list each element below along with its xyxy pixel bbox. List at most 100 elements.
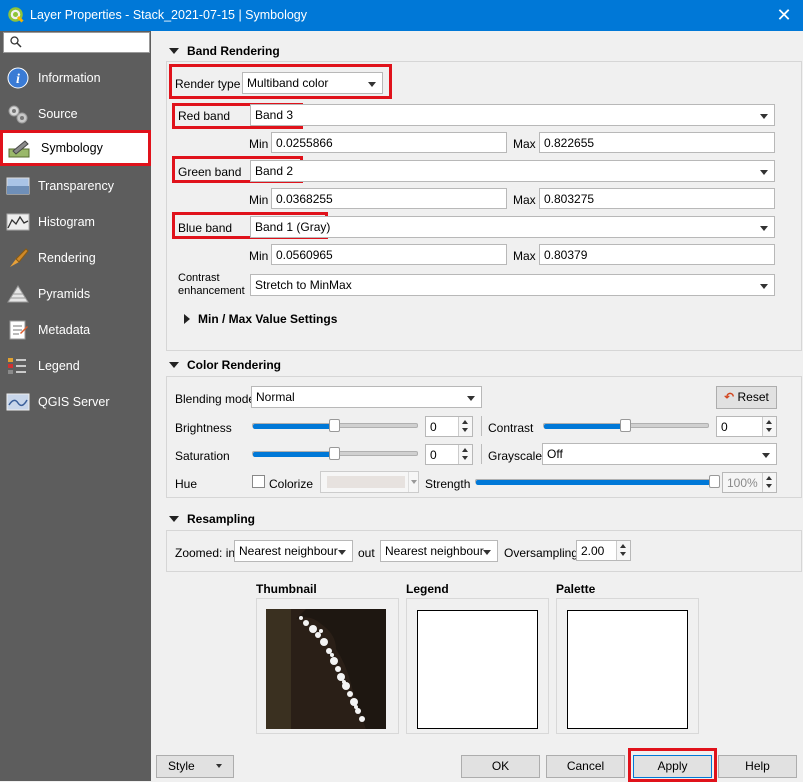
green-band-select[interactable]: Band 2 — [250, 160, 775, 182]
contrast-spinbox[interactable]: 0 — [716, 416, 777, 437]
search-icon — [10, 36, 22, 48]
sidebar: i Information Source Symbology Transpare… — [0, 31, 151, 781]
blending-mode-value: Normal — [256, 390, 295, 404]
symbology-panel: Band Rendering Render type Multiband col… — [151, 31, 803, 753]
minmax-settings-toggle[interactable]: Min / Max Value Settings — [184, 312, 337, 326]
contrast-slider-fill — [544, 424, 626, 429]
palette-preview-panel — [556, 598, 699, 734]
colorize-checkbox[interactable] — [252, 475, 265, 488]
colorize-color-button[interactable] — [320, 471, 419, 493]
style-button[interactable]: Style — [156, 755, 234, 778]
histogram-icon — [6, 213, 30, 231]
spin-up-icon — [766, 420, 772, 424]
chevron-down-icon — [368, 82, 376, 87]
ok-button[interactable]: OK — [461, 755, 540, 778]
sidebar-item-legend[interactable]: Legend — [0, 348, 151, 384]
blending-mode-label: Blending mode — [175, 392, 256, 406]
spin-buttons[interactable] — [762, 417, 776, 436]
spin-buttons[interactable] — [458, 445, 472, 464]
brightness-value: 0 — [430, 420, 437, 434]
red-min-input[interactable]: 0.0255866 — [271, 132, 507, 153]
grayscale-select[interactable]: Off — [542, 443, 777, 465]
green-min-input[interactable]: 0.0368255 — [271, 188, 507, 209]
brightness-slider-thumb[interactable] — [329, 419, 340, 432]
blending-mode-select[interactable]: Normal — [251, 386, 482, 408]
contrast-enhancement-select[interactable]: Stretch to MinMax — [250, 274, 775, 296]
saturation-spinbox[interactable]: 0 — [425, 444, 473, 465]
blue-min-input[interactable]: 0.0560965 — [271, 244, 507, 265]
contrast-label: Contrast — [488, 421, 534, 435]
apply-button[interactable]: Apply — [633, 755, 712, 778]
chevron-down-icon — [411, 480, 417, 484]
blue-max-input[interactable]: 0.80379 — [539, 244, 775, 265]
button-bar: Style OK Cancel Apply Help — [151, 748, 803, 782]
grayscale-label: Grayscale — [488, 449, 543, 463]
color-dropdown[interactable] — [408, 472, 418, 492]
close-icon[interactable]: ✕ — [772, 3, 796, 27]
section-title: Band Rendering — [187, 44, 280, 58]
color-rendering-header[interactable]: Color Rendering — [169, 358, 281, 372]
sidebar-item-metadata[interactable]: Metadata — [0, 312, 151, 348]
window-title: Layer Properties - Stack_2021-07-15 | Sy… — [30, 8, 308, 22]
render-type-value: Multiband color — [247, 76, 329, 90]
red-max-input[interactable]: 0.822655 — [539, 132, 775, 153]
qgis-server-icon — [6, 393, 30, 411]
palette-preview-canvas — [567, 610, 688, 729]
band-rendering-header[interactable]: Band Rendering — [169, 44, 280, 58]
pyramid-icon — [7, 285, 29, 303]
strength-slider[interactable] — [475, 479, 715, 485]
rendering-brush-icon — [10, 248, 29, 267]
sidebar-item-histogram[interactable]: Histogram — [0, 204, 151, 240]
sidebar-item-information[interactable]: i Information — [0, 60, 151, 96]
qgis-logo-icon — [8, 7, 24, 23]
sidebar-item-symbology[interactable]: Symbology — [0, 130, 151, 166]
strength-slider-fill — [476, 480, 714, 485]
spin-buttons[interactable] — [458, 417, 472, 436]
help-button[interactable]: Help — [718, 755, 797, 778]
sidebar-item-qgis-server[interactable]: QGIS Server — [0, 384, 151, 420]
brightness-spinbox[interactable]: 0 — [425, 416, 473, 437]
reset-button[interactable]: ↶ Reset — [716, 386, 777, 409]
strength-slider-thumb[interactable] — [709, 475, 720, 488]
thumbnail-label: Thumbnail — [256, 582, 317, 596]
spin-up-icon — [462, 420, 468, 424]
zoomed-in-label: Zoomed: in — [175, 546, 236, 560]
cancel-button[interactable]: Cancel — [546, 755, 625, 778]
render-type-label: Render type — [175, 77, 241, 91]
green-max-input[interactable]: 0.803275 — [539, 188, 775, 209]
saturation-slider-thumb[interactable] — [329, 447, 340, 460]
reset-label: Reset — [737, 390, 769, 404]
sidebar-item-rendering[interactable]: Rendering — [0, 240, 151, 276]
divider — [481, 416, 482, 436]
oversampling-spinbox[interactable]: 2.00 — [576, 540, 631, 561]
zoomed-in-select[interactable]: Nearest neighbour — [234, 540, 353, 562]
chevron-down-icon — [760, 170, 768, 175]
contrast-slider-thumb[interactable] — [620, 419, 631, 432]
red-band-select[interactable]: Band 3 — [250, 104, 775, 126]
min-label: Min — [249, 249, 269, 263]
sidebar-item-transparency[interactable]: Transparency — [0, 168, 151, 204]
search-input[interactable] — [3, 32, 150, 53]
strength-spinbox[interactable]: 100% — [722, 472, 777, 493]
thumbnail-image — [266, 609, 386, 729]
spin-up-icon — [462, 448, 468, 452]
render-type-select[interactable]: Multiband color — [242, 72, 383, 94]
info-icon: i — [7, 67, 29, 89]
legend-preview-canvas — [417, 610, 538, 729]
red-band-label: Red band — [178, 109, 231, 123]
max-label: Max — [513, 193, 536, 207]
section-title: Color Rendering — [187, 358, 282, 372]
sidebar-item-label: QGIS Server — [38, 395, 110, 409]
resampling-header[interactable]: Resampling — [169, 512, 255, 526]
sidebar-item-label: Transparency — [38, 179, 114, 193]
sidebar-item-label: Rendering — [38, 251, 96, 265]
sidebar-item-pyramids[interactable]: Pyramids — [0, 276, 151, 312]
blue-band-select[interactable]: Band 1 (Gray) — [250, 216, 775, 238]
contrast-value: 0 — [721, 420, 728, 434]
spin-buttons[interactable] — [762, 473, 776, 492]
metadata-icon — [9, 320, 28, 340]
spin-buttons[interactable] — [616, 541, 630, 560]
zoomed-out-select[interactable]: Nearest neighbour — [380, 540, 498, 562]
sidebar-item-source[interactable]: Source — [0, 96, 151, 132]
contrast-enhancement-label-2: enhancement — [178, 285, 245, 297]
